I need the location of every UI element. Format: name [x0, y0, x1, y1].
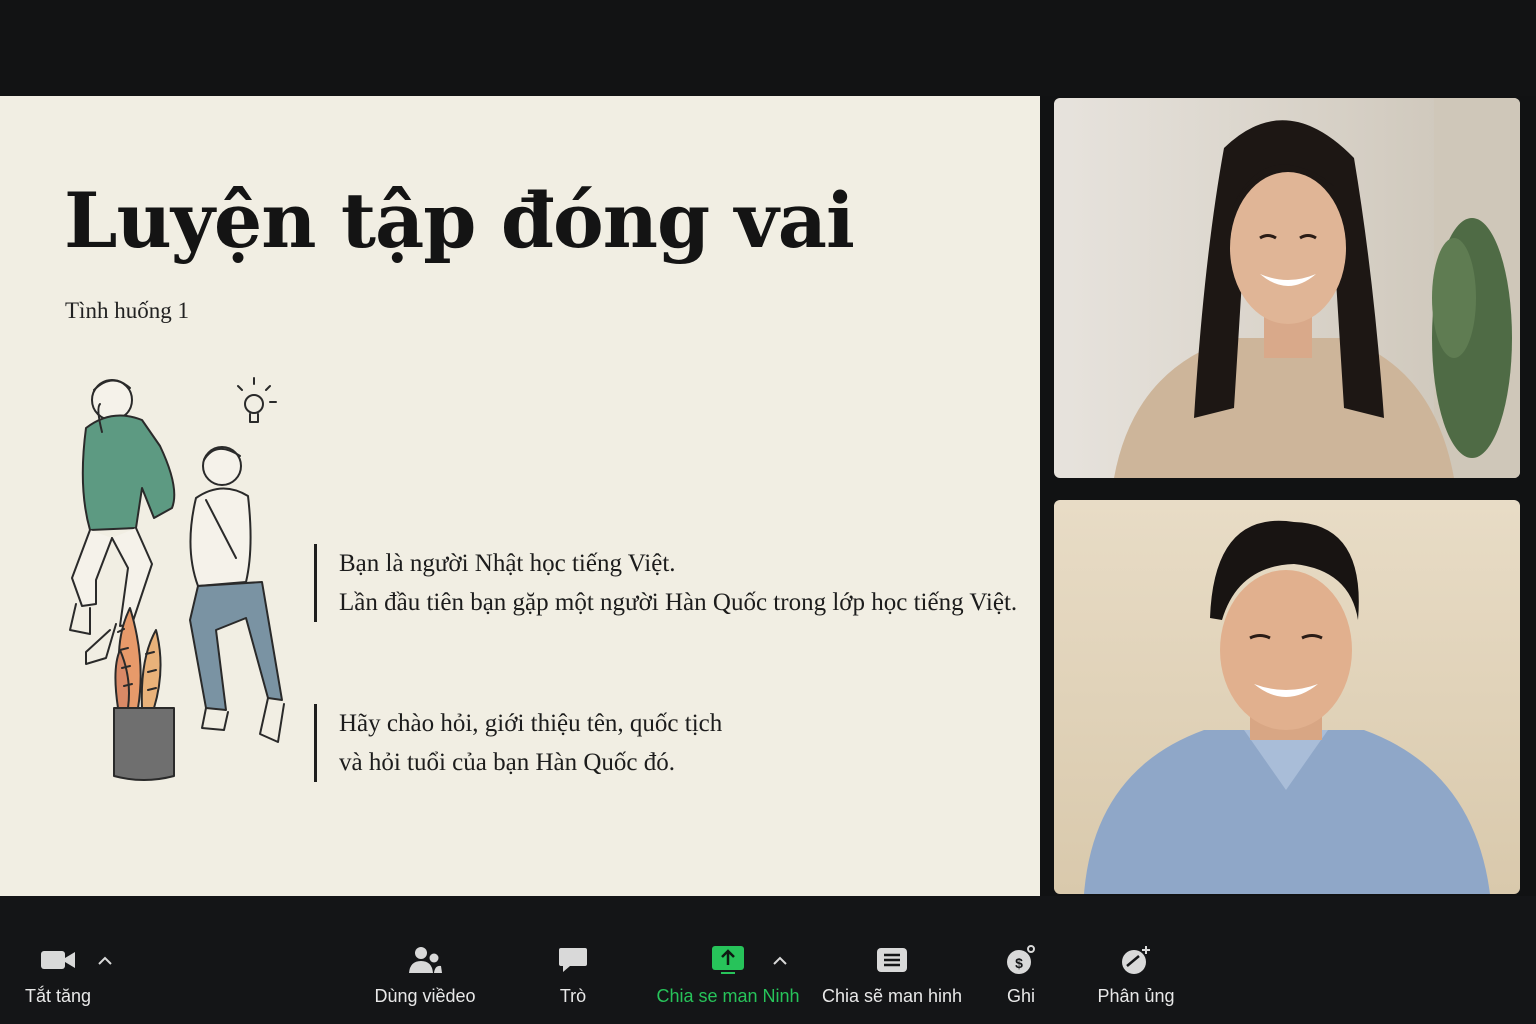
people-illustration — [69, 377, 285, 781]
instruction-line: và hỏi tuổi của bạn Hàn Quốc đó. — [339, 749, 676, 776]
mute-button[interactable]: Tắt tăng — [20, 940, 96, 1014]
top-bar — [0, 0, 1536, 96]
share-screen-secondary-button[interactable]: Chia sẽ man hinh — [821, 940, 963, 1014]
participants-video-button[interactable]: Dùng viềdeo — [366, 940, 484, 1014]
chat-label: Trò — [559, 986, 587, 1006]
instruction-block-1: Bạn là người Nhật học tiếng Việt. Lần đầ… — [314, 544, 1017, 622]
reaction-icon — [1122, 946, 1150, 974]
instruction-line: Hãy chào hỏi, giới thiệu tên, quốc tịch — [339, 710, 723, 737]
participant-woman-image — [1114, 98, 1520, 478]
share-label: Chia se man Ninh — [656, 986, 800, 1006]
slide-title: Luyện tập đóng vai — [64, 176, 855, 265]
video-camera-icon — [41, 951, 75, 969]
chat-icon — [559, 948, 587, 972]
mute-label: Tắt tăng — [24, 986, 92, 1006]
instruction-line: Lần đầu tiên bạn gặp một người Hàn Quốc … — [339, 589, 1018, 616]
meeting-toolbar: Tắt tăng Dùng viềdeo Trò Chia se man Nin… — [0, 896, 1536, 1024]
share-screen-button[interactable]: Chia se man Ninh — [656, 940, 800, 1014]
instruction-block-2: Hãy chào hỏi, giới thiệu tên, quốc tịch … — [314, 704, 722, 782]
document-icon — [877, 948, 907, 972]
share-screen-icon — [712, 946, 744, 974]
shared-slide: Luyện tập đóng vai Tình huống 1 Bạn là n… — [0, 96, 1040, 896]
reactions-button[interactable]: Phân ủng — [1094, 940, 1178, 1014]
chevron-up-icon[interactable] — [771, 954, 789, 968]
svg-text:$: $ — [1015, 955, 1023, 971]
participant-video-tile[interactable] — [1054, 98, 1520, 478]
participant-video-tile[interactable] — [1054, 500, 1520, 894]
participant-man-image — [1084, 520, 1490, 894]
participants-icon — [409, 947, 442, 973]
video-label: Dùng viềdeo — [374, 986, 476, 1006]
record-label: Ghi — [1006, 986, 1035, 1006]
chevron-up-icon[interactable] — [96, 954, 114, 968]
react-label: Phân ủng — [1097, 986, 1175, 1006]
chat-button[interactable]: Trò — [546, 940, 600, 1014]
slide-subtitle: Tình huống 1 — [65, 298, 189, 323]
record-icon: $ — [1007, 945, 1035, 974]
instruction-line: Bạn là người Nhật học tiếng Việt. — [339, 550, 676, 577]
record-button[interactable]: $ Ghi — [1000, 940, 1042, 1014]
share2-label: Chia sẽ man hinh — [821, 986, 963, 1006]
